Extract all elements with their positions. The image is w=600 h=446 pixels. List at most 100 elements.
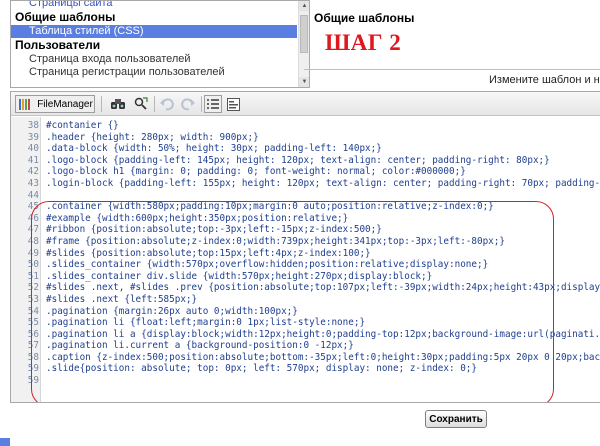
editor-toolbar: FileManager: [11, 92, 600, 116]
line-number: 39: [27, 131, 39, 143]
tree-item[interactable]: Страница регистрации пользователей: [11, 66, 309, 79]
tree-group-heading: Общие шаблоны: [15, 10, 116, 24]
line-number: 49: [27, 247, 39, 259]
line-number: 45: [27, 201, 39, 213]
line-number: 40: [27, 143, 39, 155]
code-text: .slides_container div.slide {width:570px…: [46, 270, 433, 282]
code-line: 39 .header {height: 280px; width: 900px;}: [11, 132, 600, 144]
code-text: #example {width:600px;height:350px;posit…: [46, 212, 349, 224]
tree-group-heading: Пользователи: [15, 38, 101, 52]
line-number: 42: [27, 166, 39, 178]
line-number: 41: [27, 154, 39, 166]
line-number: 51: [27, 270, 39, 282]
code-text: .pagination li {float:left;margin:0 1px;…: [46, 317, 366, 329]
code-text: #slides .next, #slides .prev {position:a…: [46, 282, 600, 294]
redo-icon: [181, 98, 195, 111]
toolbar-separator: [101, 96, 102, 112]
replace-icon: [134, 97, 148, 110]
line-number: 47: [27, 224, 39, 236]
code-line: 54 .pagination {margin:26px auto 0;width:…: [11, 306, 600, 318]
scroll-up-icon[interactable]: ▲: [299, 1, 309, 11]
code-line: 58 .caption {z-index:500;position:absolut…: [11, 352, 600, 364]
scroll-thumb[interactable]: [300, 15, 308, 53]
code-text: .logo-block {padding-left: 145px; height…: [46, 154, 550, 166]
preview-button[interactable]: [224, 95, 242, 113]
code-line: 55 .pagination li {float:left;margin:0 1p…: [11, 317, 600, 329]
line-number: 56: [27, 328, 39, 340]
search-icon: [111, 99, 125, 109]
code-line: 49 #slides {position:absolute;top:15px;le…: [11, 248, 600, 260]
line-number: 54: [27, 305, 39, 317]
code-line: 52 #slides .next, #slides .prev {position…: [11, 282, 600, 294]
file-manager-button[interactable]: FileManager: [15, 95, 95, 113]
template-tree: Страницы сайта Общие шаблоны Таблица стиле…: [10, 0, 310, 88]
code-text: .container {width:580px;padding:10px;mar…: [46, 201, 494, 213]
code-text: .caption {z-index:500;position:absolute;…: [46, 351, 600, 363]
code-area[interactable]: 38 #contanier {} 39 .header {height: 280px;…: [11, 117, 600, 402]
panel-title: Общие шаблоны: [314, 11, 415, 25]
code-line: 51 .slides_container div.slide {width:570…: [11, 271, 600, 283]
code-text: .slides_container {width:570px;overflow:…: [46, 259, 489, 271]
hint-bar: Измените шаблон и наж: [304, 69, 600, 91]
code-line: 42 .logo-block h1 {margin: 0; padding: 0;…: [11, 166, 600, 178]
tree-item[interactable]: Таблица стилей (CSS): [11, 25, 297, 38]
line-number: 57: [27, 340, 39, 352]
code-text: .data-block {width: 50%; height: 30px; p…: [46, 143, 382, 155]
code-text: .pagination {margin:26px auto 0;width:10…: [46, 305, 298, 317]
undo-button[interactable]: [157, 95, 177, 113]
replace-button[interactable]: [131, 95, 151, 113]
line-number: 59: [27, 363, 39, 375]
line-number: 48: [27, 235, 39, 247]
code-line: 41 .logo-block {padding-left: 145px; heig…: [11, 155, 600, 167]
code-line: 50 .slides_container {width:570px;overflo…: [11, 259, 600, 271]
code-line: 57 .pagination li.current a {background-p…: [11, 340, 600, 352]
code-text: .login-block {padding-left: 155px; heigh…: [46, 177, 600, 189]
step-annotation: ШАГ 2: [325, 30, 402, 55]
toolbar-separator: [154, 96, 155, 112]
line-number: 43: [27, 177, 39, 189]
code-text: #ribbon {position:absolute;top:-3px;left…: [46, 224, 382, 236]
code-line: 47 #ribbon {position:absolute;top:-3px;le…: [11, 224, 600, 236]
save-button[interactable]: Сохранить: [425, 410, 487, 428]
code-text: #frame {position:absolute;z-index:0;widt…: [46, 235, 505, 247]
code-line: 38 #contanier {}: [11, 120, 600, 132]
undo-icon: [160, 98, 174, 111]
tree-item[interactable]: Страница входа пользователей: [11, 53, 309, 66]
tree-item[interactable]: Страницы сайта: [11, 1, 309, 10]
code-line: 40 .data-block {width: 50%; height: 30px;…: [11, 143, 600, 155]
template-tree-list: Страницы сайта Общие шаблоны Таблица стиле…: [11, 1, 309, 79]
code-text: #contanier {}: [46, 120, 119, 131]
code-line: 48 #frame {position:absolute;z-index:0;wi…: [11, 236, 600, 248]
hint-text: Измените шаблон и наж: [489, 74, 600, 86]
file-manager-icon: [19, 98, 33, 111]
line-number: 50: [27, 259, 39, 271]
line-number: 46: [27, 212, 39, 224]
code-line: 59 .slide{position: absolute; top: 0px; l…: [11, 363, 600, 375]
code-line: 53 #slides .next {left:585px;}: [11, 294, 600, 306]
file-manager-label: FileManager: [37, 98, 93, 110]
line-number: 53: [27, 293, 39, 305]
bottom-edge-tab: [0, 438, 10, 446]
code-text: #slides .next {left:585px;}: [46, 293, 198, 305]
line-number: 52: [27, 282, 39, 294]
code-text: .logo-block h1 {margin: 0; padding: 0; f…: [46, 166, 466, 178]
toolbar-separator: [201, 96, 202, 112]
code-text: .slide{position: absolute; top: 0px; lef…: [46, 363, 477, 375]
line-number: 38: [27, 120, 39, 131]
line-numbers-button[interactable]: [204, 95, 222, 113]
code-lines: 38 #contanier {} 39 .header {height: 280px;…: [11, 120, 600, 387]
preview-icon: [226, 97, 240, 111]
code-text: .pagination li a {display:block;width:12…: [46, 328, 600, 340]
code-line: 45 .container {width:580px;padding:10px;m…: [11, 201, 600, 213]
code-text: .header {height: 280px; width: 900px;}: [46, 131, 259, 143]
code-text: #slides {position:absolute;top:15px;left…: [46, 247, 371, 259]
line-number: 44: [27, 189, 39, 201]
redo-button[interactable]: [178, 95, 198, 113]
code-line: 44: [11, 190, 600, 202]
line-number: 59: [27, 375, 39, 387]
code-line: 59: [11, 375, 600, 387]
search-button[interactable]: [107, 95, 129, 113]
line-numbers-icon: [207, 99, 219, 109]
code-line: 46 #example {width:600px;height:350px;pos…: [11, 213, 600, 225]
css-editor: FileManager 38 #contanier {} 39 .header …: [10, 91, 600, 403]
